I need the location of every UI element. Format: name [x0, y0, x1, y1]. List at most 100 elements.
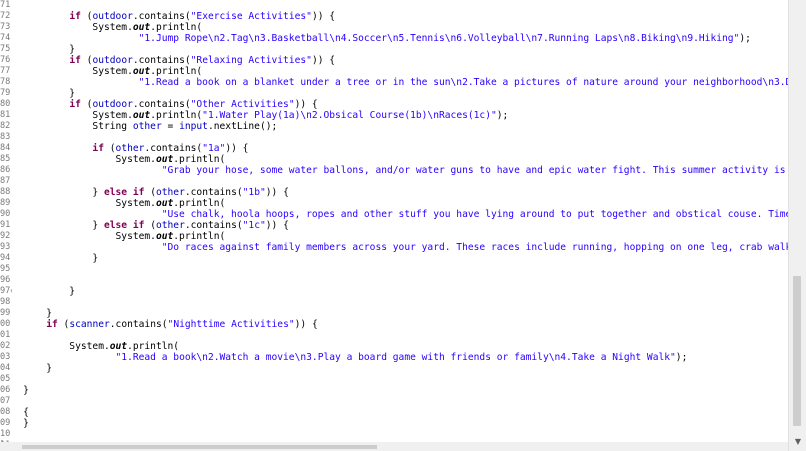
code-token: "1.Read a book\n2.Watch a movie\n3.Play … — [115, 352, 676, 363]
code-editor[interactable]: if (outdoor.contains("Exercise Activitie… — [0, 0, 788, 442]
code-token: ( — [80, 99, 93, 110]
line-number: 96 — [0, 275, 11, 285]
code-token: other — [132, 121, 162, 132]
code-token: } — [0, 253, 99, 264]
code-token: ( — [144, 220, 156, 231]
code-token: .println( — [150, 110, 203, 121]
code-token: "Nighttime Activities" — [167, 319, 295, 330]
fold-collapse-icon[interactable]: ⊖ — [10, 287, 12, 295]
line-number: 94 — [0, 253, 11, 263]
code-line[interactable]: System.out.println("1.Water Play(1a)\n2.… — [0, 110, 508, 121]
code-line[interactable]: "Grab your hose, some water ballons, and… — [0, 165, 788, 176]
code-line[interactable]: "1.Read a book\n2.Watch a movie\n3.Play … — [0, 352, 688, 363]
code-token: System. — [0, 66, 133, 77]
code-token: .contains( — [132, 55, 191, 66]
code-token: .contains( — [144, 143, 203, 154]
line-number: 77 — [0, 66, 11, 76]
code-line[interactable]: "1.Jump Rope\n2.Tag\n3.Basketball\n4.Soc… — [0, 33, 751, 44]
line-number: 75 — [0, 44, 11, 54]
code-token: if — [69, 99, 81, 110]
code-token: ( — [144, 187, 156, 198]
code-line[interactable]: System.out.println( — [0, 66, 202, 77]
code-token: input — [179, 121, 208, 132]
code-token: "Relaxing Activities" — [190, 55, 312, 66]
line-number: 74 — [0, 33, 11, 43]
code-line[interactable]: if (outdoor.contains("Other Activities")… — [0, 99, 317, 110]
line-number: 95 — [0, 264, 11, 274]
line-number: 76 — [0, 55, 11, 65]
code-token: System. — [0, 341, 110, 352]
code-token: "1c" — [242, 220, 266, 231]
line-number: 84 — [0, 143, 11, 153]
horizontal-scrollbar-thumb[interactable] — [22, 445, 377, 449]
vertical-scrollbar-thumb[interactable] — [793, 276, 801, 426]
code-token: "1.Read a book on a blanket under a tree… — [138, 77, 788, 88]
code-token: System. — [0, 110, 133, 121]
code-token: .println( — [150, 66, 203, 77]
code-token: outdoor — [92, 99, 133, 110]
line-number: 02 — [0, 341, 11, 351]
code-line[interactable]: if (scanner.contains("Nighttime Activiti… — [0, 319, 318, 330]
code-line[interactable]: } else if (other.contains("1b")) { — [0, 187, 288, 198]
line-number: 90 — [0, 209, 11, 219]
code-token: .println( — [173, 198, 226, 209]
code-token: )) { — [294, 319, 318, 330]
line-number: 10 — [0, 429, 11, 439]
code-token: outdoor — [92, 11, 133, 22]
code-token: System. — [0, 22, 133, 33]
code-token: } — [0, 187, 104, 198]
line-number: 71 — [0, 0, 11, 10]
code-token: .contains( — [184, 220, 243, 231]
code-token: out — [132, 110, 151, 121]
code-token: if — [132, 220, 145, 231]
code-line[interactable]: String other = input.nextLine(); — [0, 121, 277, 132]
code-line[interactable]: System.out.println( — [0, 341, 179, 352]
code-line[interactable]: System.out.println( — [0, 231, 226, 242]
code-token: outdoor — [92, 55, 133, 66]
code-token: ); — [675, 352, 688, 363]
code-token: = — [161, 121, 180, 132]
code-area[interactable]: if (outdoor.contains("Exercise Activitie… — [0, 0, 788, 442]
line-number: 07 — [0, 396, 11, 406]
code-line[interactable]: } — [0, 253, 98, 264]
code-token: other — [155, 220, 185, 231]
code-line[interactable]: System.out.println( — [0, 22, 202, 33]
code-token: "Use chalk, hoola hoops, ropes and other… — [161, 209, 788, 220]
code-token: "Do races against family members across … — [161, 242, 788, 253]
code-token: } — [0, 220, 104, 231]
code-line[interactable]: if (outdoor.contains("Exercise Activitie… — [0, 11, 335, 22]
code-token: .contains( — [184, 187, 243, 198]
code-token: other — [155, 187, 185, 198]
code-token: ( — [103, 143, 116, 154]
code-token: out — [155, 231, 174, 242]
line-number: 99 — [0, 308, 11, 318]
code-line[interactable]: System.out.println( — [0, 154, 226, 165]
line-number: 88 — [0, 187, 11, 197]
code-token: if — [132, 187, 145, 198]
scroll-down-arrow-icon[interactable]: ▼ — [793, 437, 803, 447]
code-line[interactable]: "Use chalk, hoola hoops, ropes and other… — [0, 209, 788, 220]
vertical-scrollbar[interactable]: ▼ — [788, 0, 806, 451]
code-line[interactable]: System.out.println( — [0, 198, 226, 209]
code-line[interactable]: } else if (other.contains("1c")) { — [0, 220, 289, 231]
code-line[interactable]: "1.Read a book on a blanket under a tree… — [0, 77, 788, 88]
code-token: else — [103, 187, 128, 198]
code-token: )) { — [265, 220, 289, 231]
code-token: .contains( — [132, 11, 191, 22]
code-line[interactable]: if (other.contains("1a")) { — [0, 143, 248, 154]
horizontal-scrollbar[interactable] — [0, 442, 788, 451]
line-number: 06 — [0, 385, 11, 395]
code-line[interactable]: if (outdoor.contains("Relaxing Activitie… — [0, 55, 335, 66]
line-number: 93 — [0, 242, 11, 252]
line-number: 97⊖ — [0, 286, 12, 297]
code-line[interactable]: "Do races against family members across … — [0, 242, 788, 253]
line-number: 03 — [0, 352, 11, 362]
line-number: 78 — [0, 77, 11, 87]
line-number: 09 — [0, 418, 11, 428]
code-token: .println( — [173, 154, 226, 165]
